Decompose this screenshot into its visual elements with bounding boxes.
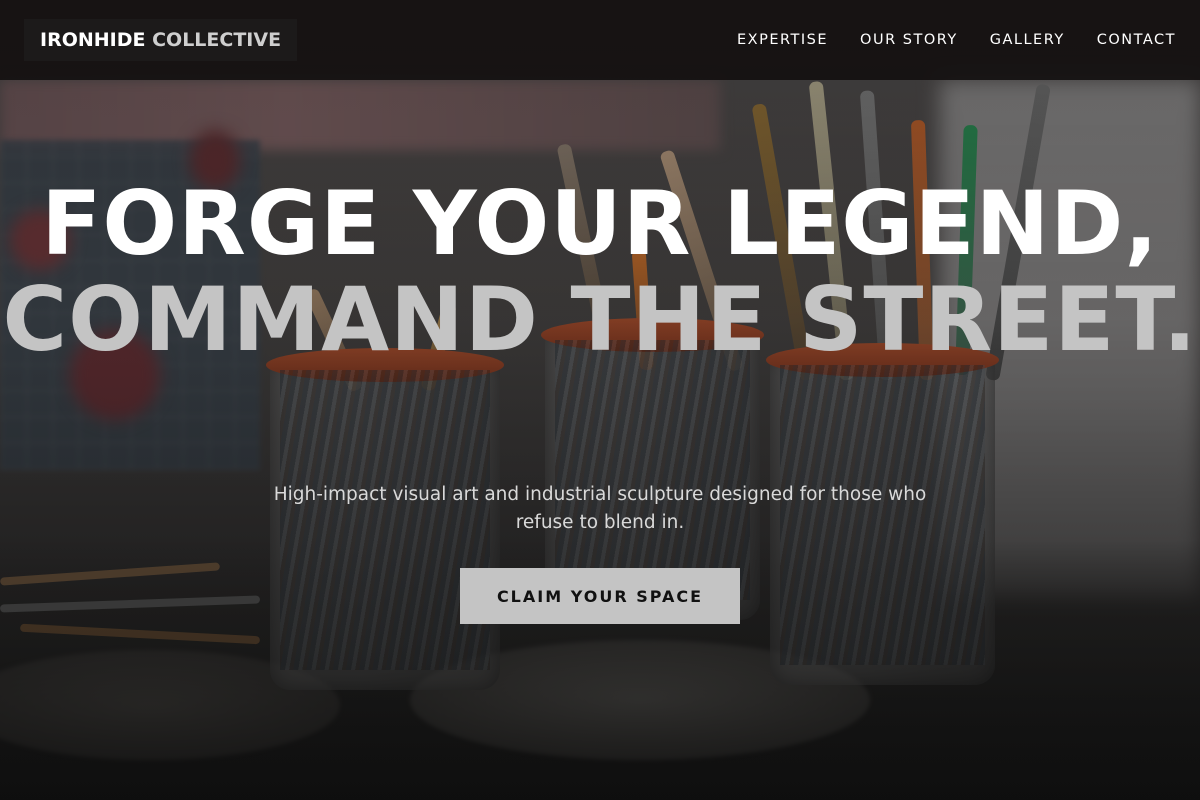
landing-page: IRONHIDE COLLECTIVE EXPERTISE OUR STORY …: [0, 0, 1200, 800]
site-header: IRONHIDE COLLECTIVE EXPERTISE OUR STORY …: [0, 0, 1200, 80]
main-nav: EXPERTISE OUR STORY GALLERY CONTACT: [705, 32, 1176, 48]
nav-link-expertise[interactable]: EXPERTISE: [737, 32, 828, 48]
nav-link-contact[interactable]: CONTACT: [1097, 32, 1176, 48]
hero-headline: FORGE YOUR LEGEND, COMMAND THE STREET.: [0, 176, 1200, 368]
logo-primary-word: IRONHIDE: [40, 29, 146, 51]
claim-your-space-button[interactable]: CLAIM YOUR SPACE: [460, 568, 740, 624]
logo-secondary-word: COLLECTIVE: [152, 29, 282, 51]
headline-line-1: FORGE YOUR LEGEND,: [41, 172, 1159, 275]
site-logo[interactable]: IRONHIDE COLLECTIVE: [24, 19, 298, 61]
hero-section: FORGE YOUR LEGEND, COMMAND THE STREET. H…: [0, 80, 1200, 800]
nav-link-our-story[interactable]: OUR STORY: [860, 32, 958, 48]
hero-subtitle: High-impact visual art and industrial sc…: [273, 484, 927, 533]
headline-line-2: COMMAND THE STREET.: [2, 268, 1198, 371]
nav-link-gallery[interactable]: GALLERY: [990, 32, 1065, 48]
